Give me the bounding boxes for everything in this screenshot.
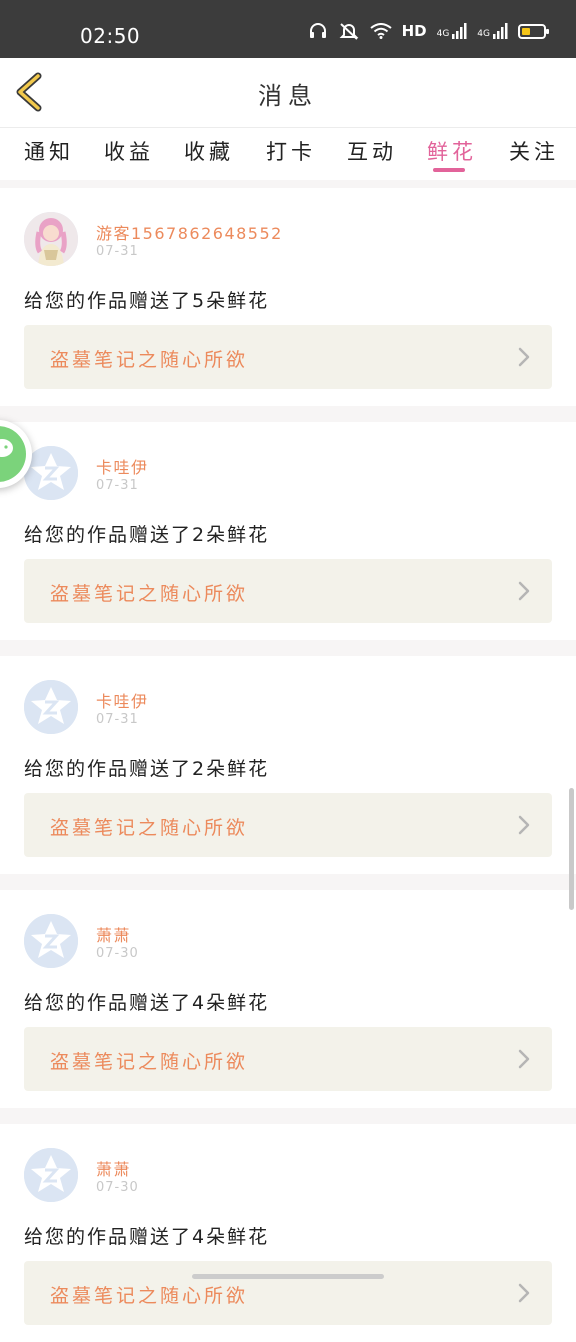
default-avatar-icon	[24, 1148, 78, 1202]
message-text: 给您的作品赠送了4朵鲜花	[24, 992, 270, 1014]
work-title: 盗墓笔记之随心所欲	[50, 349, 249, 371]
chevron-right-icon	[518, 347, 530, 367]
network-type-label-2: 4G	[477, 29, 490, 39]
work-link[interactable]: 盗墓笔记之随心所欲	[24, 1261, 552, 1325]
message-text: 给您的作品赠送了5朵鲜花	[24, 290, 270, 312]
message-date: 07-31	[96, 478, 139, 493]
wifi-icon	[369, 23, 392, 39]
default-avatar-icon	[24, 914, 78, 968]
battery-icon	[518, 23, 549, 39]
work-link[interactable]: 盗墓笔记之随心所欲	[24, 325, 552, 389]
avatar[interactable]	[24, 446, 78, 500]
message-card: 萧萧 07-30 给您的作品赠送了4朵鲜花 盗墓笔记之随心所欲	[0, 1124, 576, 1342]
work-link[interactable]: 盗墓笔记之随心所欲	[24, 1027, 552, 1091]
avatar[interactable]	[24, 212, 78, 266]
status-icons: HD 4G 4G	[308, 22, 549, 40]
user-name[interactable]: 卡哇伊	[96, 454, 149, 478]
home-indicator[interactable]	[192, 1274, 384, 1279]
work-link[interactable]: 盗墓笔记之随心所欲	[24, 559, 552, 623]
tab-bar: 通知 收益 收藏 打卡 互动 鲜花 关注	[0, 128, 576, 180]
avatar[interactable]	[24, 680, 78, 734]
status-time: 02:50	[80, 24, 141, 48]
tab-favorites[interactable]: 收藏	[184, 136, 234, 166]
message-text: 给您的作品赠送了2朵鲜花	[24, 524, 270, 546]
hd-indicator: HD	[401, 22, 427, 40]
message-card: 卡哇伊 07-31 给您的作品赠送了2朵鲜花 盗墓笔记之随心所欲	[0, 656, 576, 874]
page-title: 消息	[258, 82, 318, 110]
message-card: 卡哇伊 07-31 给您的作品赠送了2朵鲜花 盗墓笔记之随心所欲	[0, 422, 576, 640]
message-card: 萧萧 07-30 给您的作品赠送了4朵鲜花 盗墓笔记之随心所欲	[0, 890, 576, 1108]
tab-notice[interactable]: 通知	[24, 136, 74, 166]
signal-icon-2: 4G	[477, 23, 508, 39]
message-date: 07-30	[96, 946, 139, 961]
nav-bar: 消息	[0, 58, 576, 128]
wechat-icon	[0, 439, 13, 457]
tab-flowers[interactable]: 鲜花	[427, 136, 477, 166]
user-name[interactable]: 卡哇伊	[96, 688, 149, 712]
tab-earnings[interactable]: 收益	[104, 136, 154, 166]
scrollbar[interactable]	[569, 788, 574, 910]
signal-icon: 4G	[437, 23, 468, 39]
avatar[interactable]	[24, 1148, 78, 1202]
active-tab-indicator	[433, 168, 465, 172]
chevron-right-icon	[518, 1049, 530, 1069]
work-title: 盗墓笔记之随心所欲	[50, 1051, 249, 1073]
default-avatar-icon	[24, 446, 78, 500]
chevron-right-icon	[518, 581, 530, 601]
chevron-right-icon	[518, 815, 530, 835]
headphones-icon	[308, 22, 328, 40]
tab-checkin[interactable]: 打卡	[266, 136, 316, 166]
tab-follow[interactable]: 关注	[509, 136, 559, 166]
user-name[interactable]: 萧萧	[96, 922, 131, 946]
message-date: 07-30	[96, 1180, 139, 1195]
status-bar: 02:50 HD 4G 4G	[0, 0, 576, 58]
user-name[interactable]: 游客1567862648552	[96, 220, 283, 244]
message-date: 07-31	[96, 244, 139, 259]
user-name[interactable]: 萧萧	[96, 1156, 131, 1180]
message-card: 游客1567862648552 07-31 给您的作品赠送了5朵鲜花 盗墓笔记之…	[0, 188, 576, 406]
user-avatar-image	[24, 212, 78, 266]
default-avatar-icon	[24, 680, 78, 734]
mute-bell-icon	[338, 22, 360, 40]
work-link[interactable]: 盗墓笔记之随心所欲	[24, 793, 552, 857]
tab-interaction[interactable]: 互动	[347, 136, 397, 166]
chevron-right-icon	[518, 1283, 530, 1303]
work-title: 盗墓笔记之随心所欲	[50, 1285, 249, 1307]
message-text: 给您的作品赠送了4朵鲜花	[24, 1226, 270, 1248]
network-type-label: 4G	[436, 29, 450, 39]
work-title: 盗墓笔记之随心所欲	[50, 817, 249, 839]
message-date: 07-31	[96, 712, 139, 727]
avatar[interactable]	[24, 914, 78, 968]
message-text: 给您的作品赠送了2朵鲜花	[24, 758, 270, 780]
work-title: 盗墓笔记之随心所欲	[50, 583, 249, 605]
